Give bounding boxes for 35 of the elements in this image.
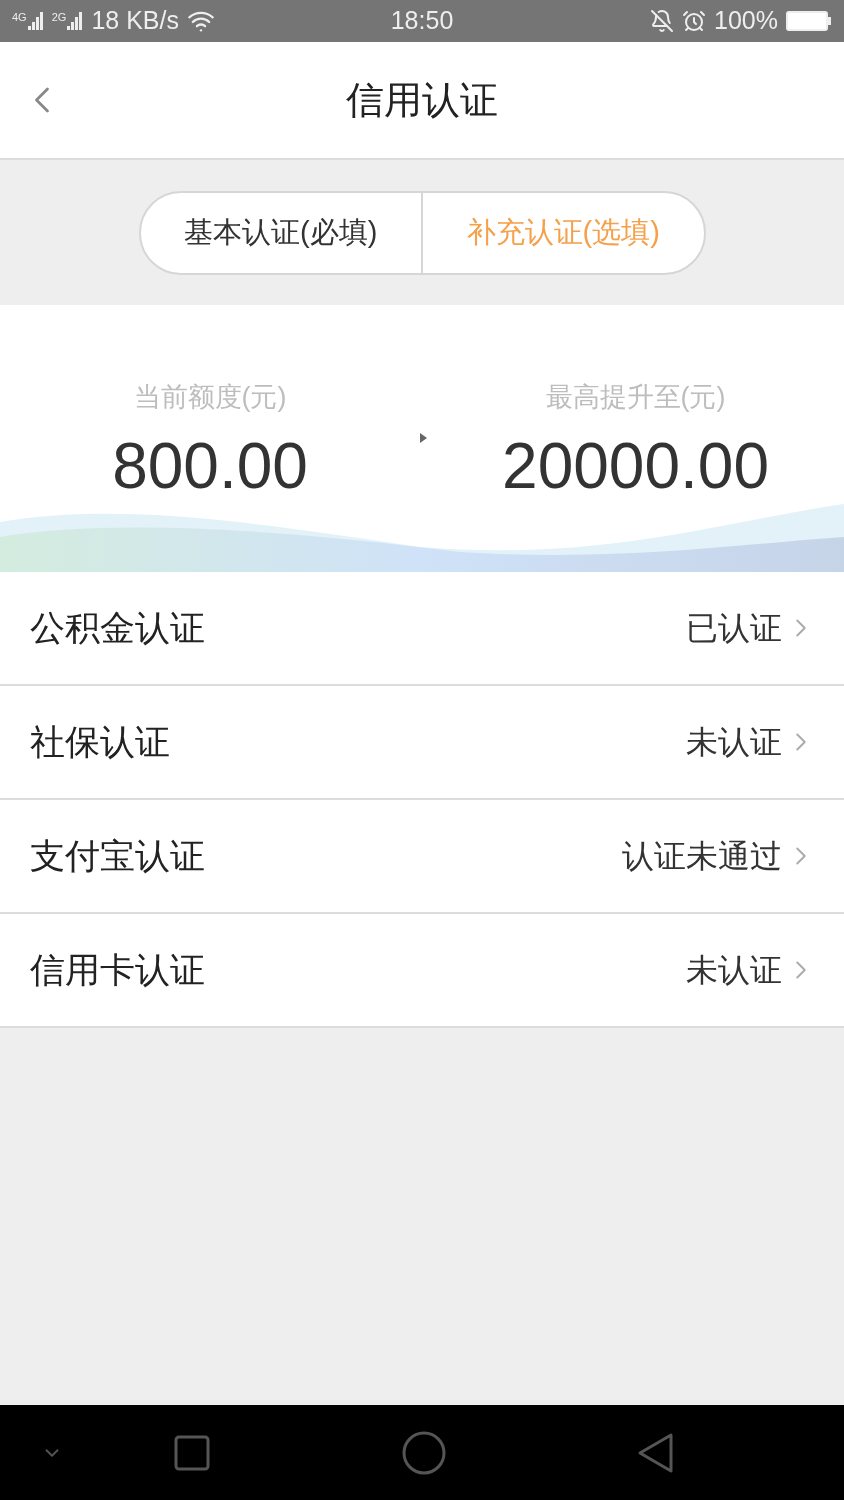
network-type: 4G: [12, 12, 27, 23]
limit-label: 最高提升至(元): [545, 381, 726, 414]
list-item[interactable]: 支付宝认证 认证未通过: [0, 800, 844, 914]
item-status: 未认证: [686, 723, 782, 762]
item-status: 认证未通过: [622, 837, 782, 876]
clock: 18:50: [390, 5, 454, 37]
item-name: 支付宝认证: [30, 834, 205, 877]
network-type: 2G: [51, 12, 67, 23]
signal-icon: [67, 12, 84, 30]
limit-label: 当前额度(元): [133, 381, 287, 414]
back-nav-button[interactable]: [636, 1431, 676, 1474]
signal-icon: [27, 12, 44, 30]
list-item[interactable]: 信用卡认证 未认证: [0, 914, 844, 1028]
item-name: 信用卡认证: [30, 948, 205, 991]
list-item[interactable]: 社保认证 未认证: [0, 686, 844, 800]
recents-button[interactable]: [174, 1434, 210, 1471]
limit-value: 20000.00: [502, 433, 769, 498]
bell-off-icon: [650, 9, 675, 33]
item-status: 未认证: [686, 951, 782, 990]
battery-icon: [786, 11, 832, 31]
limit-value: 800.00: [112, 433, 308, 498]
alarm-icon: [682, 9, 707, 33]
battery-percent: 100%: [714, 5, 778, 37]
network-speed: 18 KB/s: [91, 5, 179, 37]
arrow-icon: [420, 433, 427, 443]
list-item[interactable]: 公积金认证 已认证: [0, 572, 844, 686]
home-button[interactable]: [402, 1430, 446, 1475]
circle-icon: [402, 1430, 446, 1475]
tab[interactable]: 基本认证(必填): [140, 192, 421, 273]
item-name: 社保认证: [30, 720, 170, 763]
item-status: 已认证: [686, 609, 782, 648]
triangle-icon: [636, 1431, 676, 1474]
item-name: 公积金认证: [30, 606, 205, 649]
square-icon: [174, 1434, 210, 1471]
page-title: 信用认证: [346, 77, 498, 123]
